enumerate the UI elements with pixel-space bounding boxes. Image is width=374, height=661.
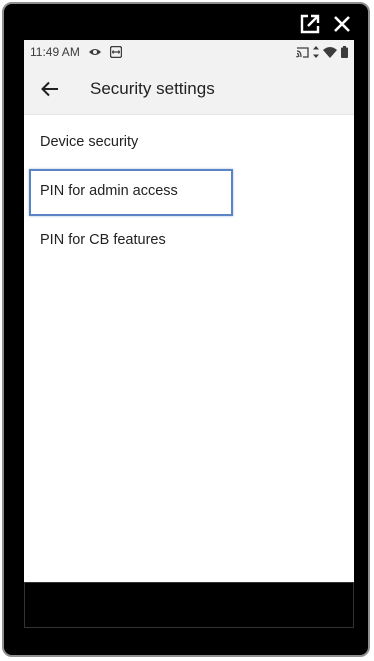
menu-item-label: PIN for admin access bbox=[40, 182, 178, 199]
device-frame: 11:49 AM Security settings Device securi… bbox=[2, 2, 370, 657]
window-controls bbox=[298, 12, 354, 36]
menu-item-label: PIN for CB features bbox=[40, 231, 166, 248]
status-bar: 11:49 AM bbox=[24, 40, 354, 64]
navigation-bar bbox=[24, 582, 354, 628]
arrow-left-icon bbox=[41, 81, 58, 97]
close-button[interactable] bbox=[330, 12, 354, 36]
security-settings-list: Device security PIN for admin access PIN… bbox=[24, 115, 354, 264]
menu-item-device-security[interactable]: Device security bbox=[24, 117, 354, 166]
open-external-icon bbox=[300, 14, 320, 34]
open-external-button[interactable] bbox=[298, 12, 322, 36]
menu-item-pin-cb-features[interactable]: PIN for CB features bbox=[24, 215, 354, 264]
data-arrows-icon bbox=[313, 46, 319, 58]
status-time: 11:49 AM bbox=[30, 45, 80, 59]
teamviewer-icon bbox=[109, 46, 122, 58]
cast-icon bbox=[296, 46, 309, 58]
menu-item-pin-admin-access[interactable]: PIN for admin access bbox=[24, 166, 354, 216]
battery-icon bbox=[341, 46, 348, 58]
menu-item-label: Device security bbox=[40, 133, 139, 150]
phone-screen: 11:49 AM Security settings Device securi… bbox=[24, 40, 354, 582]
eye-icon bbox=[88, 49, 101, 55]
back-button[interactable] bbox=[30, 69, 70, 109]
close-icon bbox=[334, 16, 350, 32]
wifi-icon bbox=[323, 46, 337, 58]
app-bar: Security settings bbox=[24, 64, 354, 115]
page-title: Security settings bbox=[90, 79, 215, 98]
